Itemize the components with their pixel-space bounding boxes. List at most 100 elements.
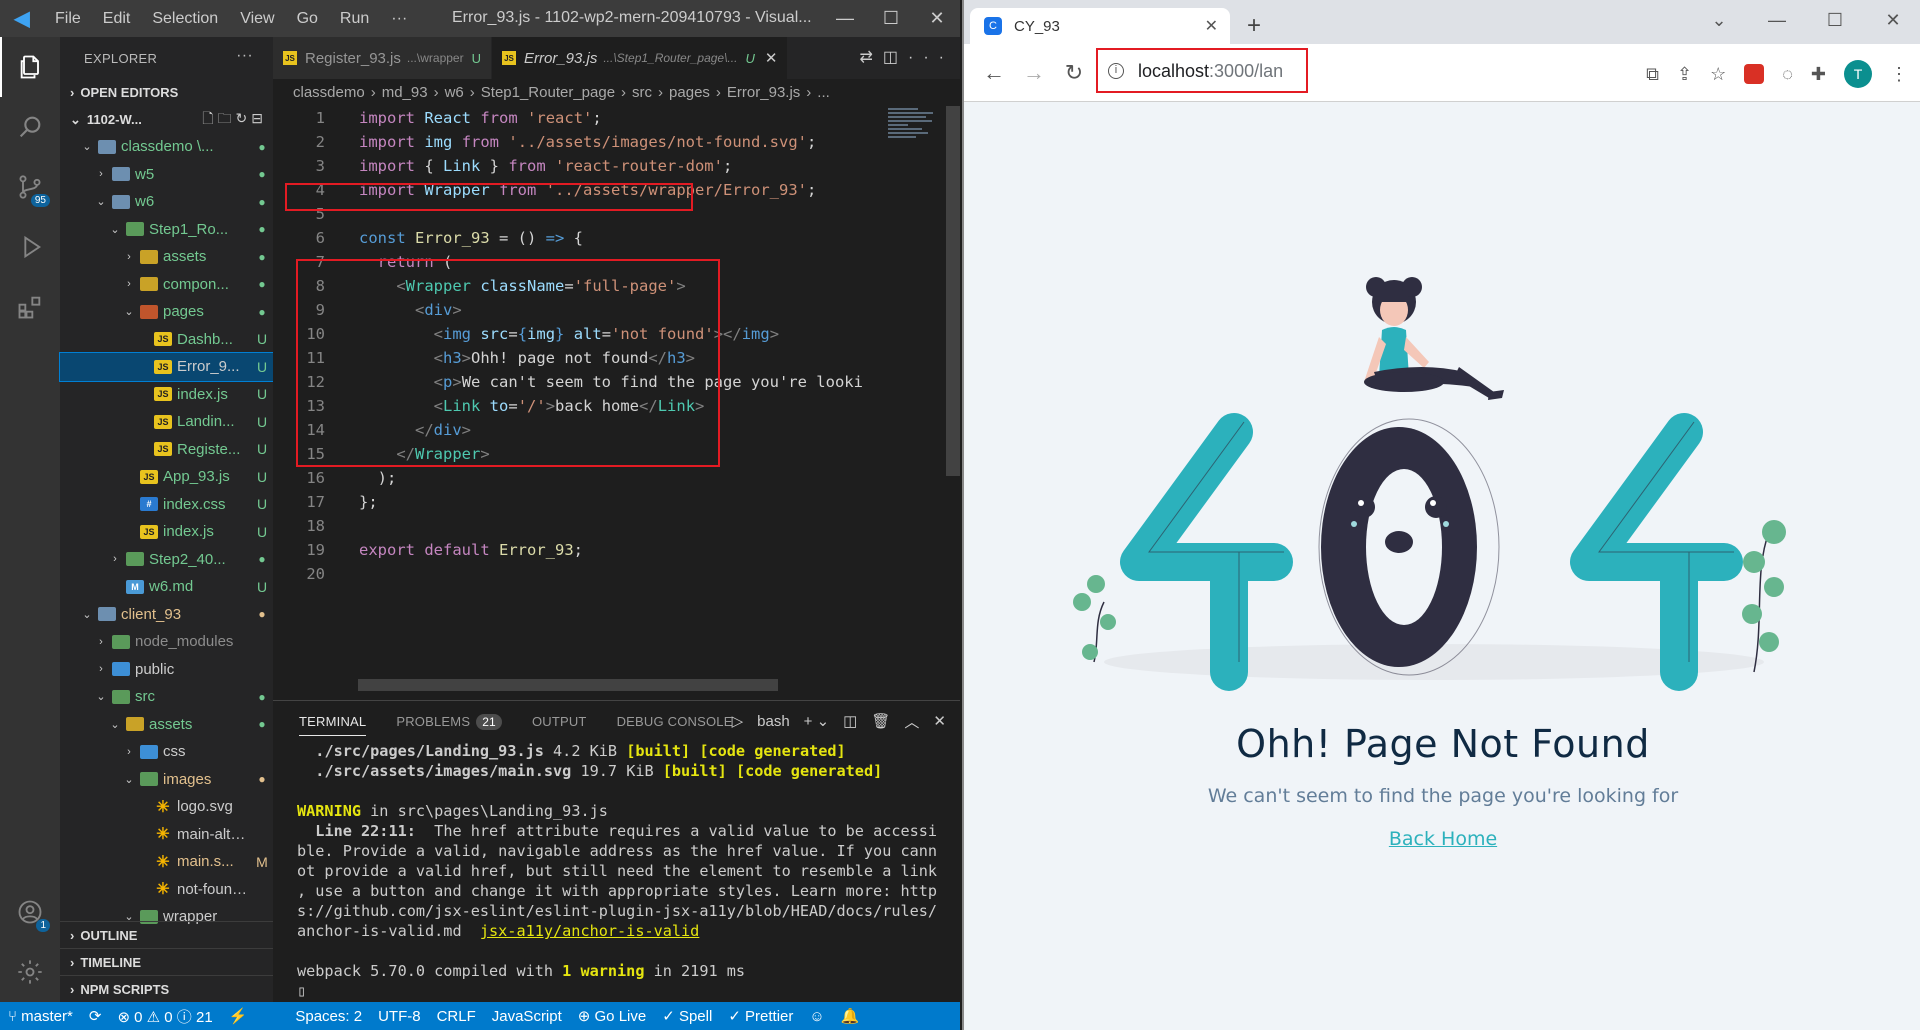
tab-debug-console[interactable]: DEBUG CONSOLE [617, 714, 733, 729]
tree-item[interactable]: Mw6.md U [60, 573, 273, 601]
tab-error[interactable]: JS Error_93.js ...\Step1_Router_page\...… [491, 37, 789, 79]
breadcrumb-item[interactable]: pages [669, 84, 710, 101]
breadcrumb-item[interactable]: src [632, 84, 652, 101]
explorer-tools[interactable]: 🗋🗀↻⊟ [202, 108, 267, 132]
vertical-scrollbar[interactable] [946, 106, 960, 476]
breadcrumb-item[interactable]: ... [817, 84, 830, 101]
add-terminal-icon[interactable]: + ⌄ [804, 712, 830, 730]
tree-item[interactable]: ⌄ pages ● [60, 298, 273, 326]
minimize-button[interactable]: — [1748, 0, 1806, 40]
tree-item[interactable]: # index.css U [60, 491, 273, 519]
tab-register[interactable]: JS Register_93.js ...\wrapper U [273, 37, 492, 79]
tree-item[interactable]: › Step2_40... ● [60, 546, 273, 574]
tree-item[interactable]: ⌄ Step1_Ro... ● [60, 216, 273, 244]
tree-item[interactable]: JS Registe... U [60, 436, 273, 464]
code-line[interactable]: 20 [273, 562, 953, 586]
breadcrumb-item[interactable]: w6 [445, 84, 464, 101]
tree-item[interactable]: ✳ not-found.svg [60, 876, 273, 904]
tree-item[interactable]: ⌄ assets ● [60, 711, 273, 739]
tree-item[interactable]: ⌄ images ● [60, 766, 273, 794]
tree-item[interactable]: ⌄ client_93 ● [60, 601, 273, 629]
profile-avatar[interactable]: T [1844, 60, 1872, 88]
maximize-button[interactable]: ☐ [1806, 0, 1864, 40]
tree-item[interactable]: JS Dashb... U [60, 326, 273, 354]
breadcrumb-item[interactable]: md_93 [382, 84, 428, 101]
status-item[interactable]: ☺ [809, 1008, 824, 1025]
code-line[interactable]: 19 export default Error_93; [273, 538, 953, 562]
tree-item[interactable]: › public [60, 656, 273, 684]
split-icon[interactable]: ◫ [843, 712, 857, 730]
code-line[interactable]: 18 [273, 514, 953, 538]
status-item[interactable]: JavaScript [492, 1008, 562, 1025]
menu-go[interactable]: Go [286, 10, 329, 27]
tab-close-icon[interactable]: ✕ [1205, 16, 1218, 36]
run-debug-icon[interactable] [0, 217, 60, 277]
status-item[interactable]: ⊗ 0 ⚠ 0 ⓘ 21 [117, 1006, 212, 1027]
tree-item[interactable]: › node_modules [60, 628, 273, 656]
code-line[interactable]: 16 ); [273, 466, 953, 490]
extensions-icon[interactable] [0, 277, 60, 337]
code-line[interactable]: 6 const Error_93 = () => { [273, 226, 953, 250]
close-panel-icon[interactable]: ✕ [933, 712, 946, 730]
new-tab-button[interactable]: + [1247, 12, 1261, 40]
tree-item[interactable]: › css [60, 738, 273, 766]
status-item[interactable]: Spaces: 2 [295, 1008, 362, 1025]
source-control-icon[interactable]: 95 [0, 157, 60, 217]
bookmark-star-icon[interactable]: ☆ [1710, 64, 1726, 85]
code-line[interactable]: 17}; [273, 490, 953, 514]
tree-item[interactable]: › assets ● [60, 243, 273, 271]
browser-tab[interactable]: C CY_93 ✕ [970, 8, 1230, 44]
maximize-panel-icon[interactable]: ︿ [904, 711, 919, 732]
tree-item[interactable]: ✳ main.s... M [60, 848, 273, 876]
menu-more[interactable]: ··· [380, 10, 418, 27]
status-item[interactable]: 🔔 [841, 1007, 860, 1025]
back-home-link[interactable]: Back Home [1389, 828, 1497, 850]
translate-icon[interactable]: ⧉ [1646, 64, 1659, 85]
explorer-icon[interactable] [0, 37, 60, 97]
more-actions-icon[interactable]: ··· [236, 47, 253, 65]
status-item[interactable]: ⑂ master* [8, 1008, 73, 1025]
tree-item[interactable]: ⌄ w6 ● [60, 188, 273, 216]
status-item[interactable]: ⊕ Go Live [578, 1007, 646, 1025]
tree-item[interactable]: ✳ main-altern... [60, 821, 273, 849]
menu-selection[interactable]: Selection [141, 10, 229, 27]
tree-item[interactable]: › w5 ● [60, 161, 273, 189]
forward-button[interactable]: → [1014, 60, 1054, 86]
npm-scripts-section[interactable]: › NPM SCRIPTS [60, 975, 273, 1002]
tree-item[interactable]: JS index.js U [60, 381, 273, 409]
open-editors-section[interactable]: › OPEN EDITORS [60, 79, 273, 106]
tab-close-icon[interactable]: ✕ [765, 49, 778, 67]
status-item[interactable]: CRLF [437, 1008, 476, 1025]
code-line[interactable]: 2 import img from '../assets/images/not-f… [273, 130, 953, 154]
tree-item[interactable]: JS Landin... U [60, 408, 273, 436]
menu-view[interactable]: View [229, 10, 285, 27]
accounts-icon[interactable]: 1 [0, 882, 60, 942]
status-item[interactable]: ✓ Prettier [728, 1007, 793, 1025]
maximize-button[interactable]: ☐ [868, 0, 914, 37]
status-item[interactable]: UTF-8 [378, 1008, 421, 1025]
tree-item[interactable]: JS App_93.js U [60, 463, 273, 491]
menu-file[interactable]: File [44, 10, 92, 27]
menu-edit[interactable]: Edit [92, 10, 142, 27]
terminal-output[interactable]: ./src/pages/Landing_93.js 4.2 KiB [built… [273, 741, 960, 1001]
menu-run[interactable]: Run [329, 10, 380, 27]
status-item[interactable]: ⚡ [229, 1007, 248, 1025]
editor-actions[interactable]: ⇄◫··· [859, 47, 954, 67]
menu-dots-icon[interactable]: ⋮ [1890, 64, 1908, 85]
tree-item[interactable]: ⌄ classdemo \... ● [60, 133, 273, 161]
tree-item[interactable]: › compon... ● [60, 271, 273, 299]
breadcrumb-item[interactable]: Step1_Router_page [481, 84, 615, 101]
breadcrumb-item[interactable]: Error_93.js [727, 84, 800, 101]
extension-icon[interactable] [1744, 64, 1765, 84]
tree-item[interactable]: ⌄ src ● [60, 683, 273, 711]
status-item[interactable]: ⟳ [89, 1007, 102, 1025]
timeline-section[interactable]: › TIMELINE [60, 948, 273, 975]
tab-terminal[interactable]: TERMINAL [299, 714, 367, 736]
tree-item[interactable]: JS index.js U [60, 518, 273, 546]
code-line[interactable]: 3 import { Link } from 'react-router-dom'… [273, 154, 953, 178]
search-icon[interactable] [0, 97, 60, 157]
reload-button[interactable]: ↻ [1054, 60, 1094, 86]
gear-icon[interactable] [0, 942, 60, 1002]
tree-item[interactable]: ✳ logo.svg [60, 793, 273, 821]
back-button[interactable]: ← [974, 60, 1014, 86]
